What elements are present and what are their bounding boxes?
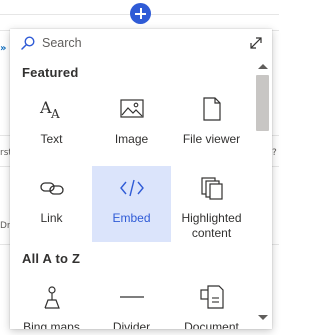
tile-divider[interactable]: Divider	[92, 275, 171, 329]
tile-label: Link	[40, 211, 63, 225]
section-header-featured: Featured	[22, 65, 79, 80]
divider-icon	[120, 296, 144, 298]
map-pin-icon	[44, 286, 60, 309]
tile-highlighted-content[interactable]: Highlighted content	[172, 166, 251, 242]
tile-document-library[interactable]: Document library	[172, 275, 251, 329]
tile-label: Highlighted content	[181, 211, 242, 240]
tile-file-viewer[interactable]: File viewer	[172, 87, 251, 163]
featured-grid: A A Text Image File viewer Link Embed Hi…	[10, 87, 252, 243]
tile-label: Document library	[184, 320, 239, 329]
toolbox-panel: Search Featured A A Text Image File view…	[10, 29, 272, 329]
tile-label: File viewer	[182, 132, 241, 146]
tile-label: Image	[114, 132, 149, 146]
search-icon	[21, 36, 35, 50]
scroll-down-arrow-icon[interactable]	[258, 315, 268, 320]
tile-link[interactable]: Link	[12, 166, 91, 242]
scroll-up-arrow-icon[interactable]	[258, 64, 268, 69]
tile-label: Text	[40, 132, 63, 146]
embed-icon	[120, 179, 144, 197]
scroll-thumb[interactable]	[256, 75, 269, 131]
image-icon	[120, 99, 144, 118]
tile-label: Embed	[112, 211, 151, 225]
svg-text:A: A	[50, 107, 60, 121]
toolbox-scrollbar[interactable]	[254, 59, 272, 329]
add-section-button[interactable]	[130, 3, 151, 24]
file-viewer-icon	[203, 97, 221, 121]
text-icon: A A	[39, 98, 60, 121]
document-library-icon	[200, 285, 224, 309]
expand-icon[interactable]	[248, 35, 264, 51]
tile-label: Divider	[112, 320, 151, 329]
tile-label: Bing maps	[23, 320, 80, 329]
search-box[interactable]: Search	[10, 29, 272, 59]
tile-text[interactable]: A A Text	[12, 87, 91, 163]
section-header-all: All A to Z	[22, 251, 81, 266]
background-text-fragment: ?	[272, 148, 277, 158]
search-input[interactable]: Search	[42, 36, 82, 50]
tile-embed[interactable]: Embed	[92, 166, 171, 242]
background-link-fragment: »	[0, 43, 7, 54]
tile-bing-maps[interactable]: Bing maps	[12, 275, 91, 329]
all-items-grid: Bing maps Divider Document library	[10, 275, 252, 329]
tile-image[interactable]: Image	[92, 87, 171, 163]
highlighted-content-icon	[201, 177, 223, 200]
link-icon	[40, 182, 64, 195]
